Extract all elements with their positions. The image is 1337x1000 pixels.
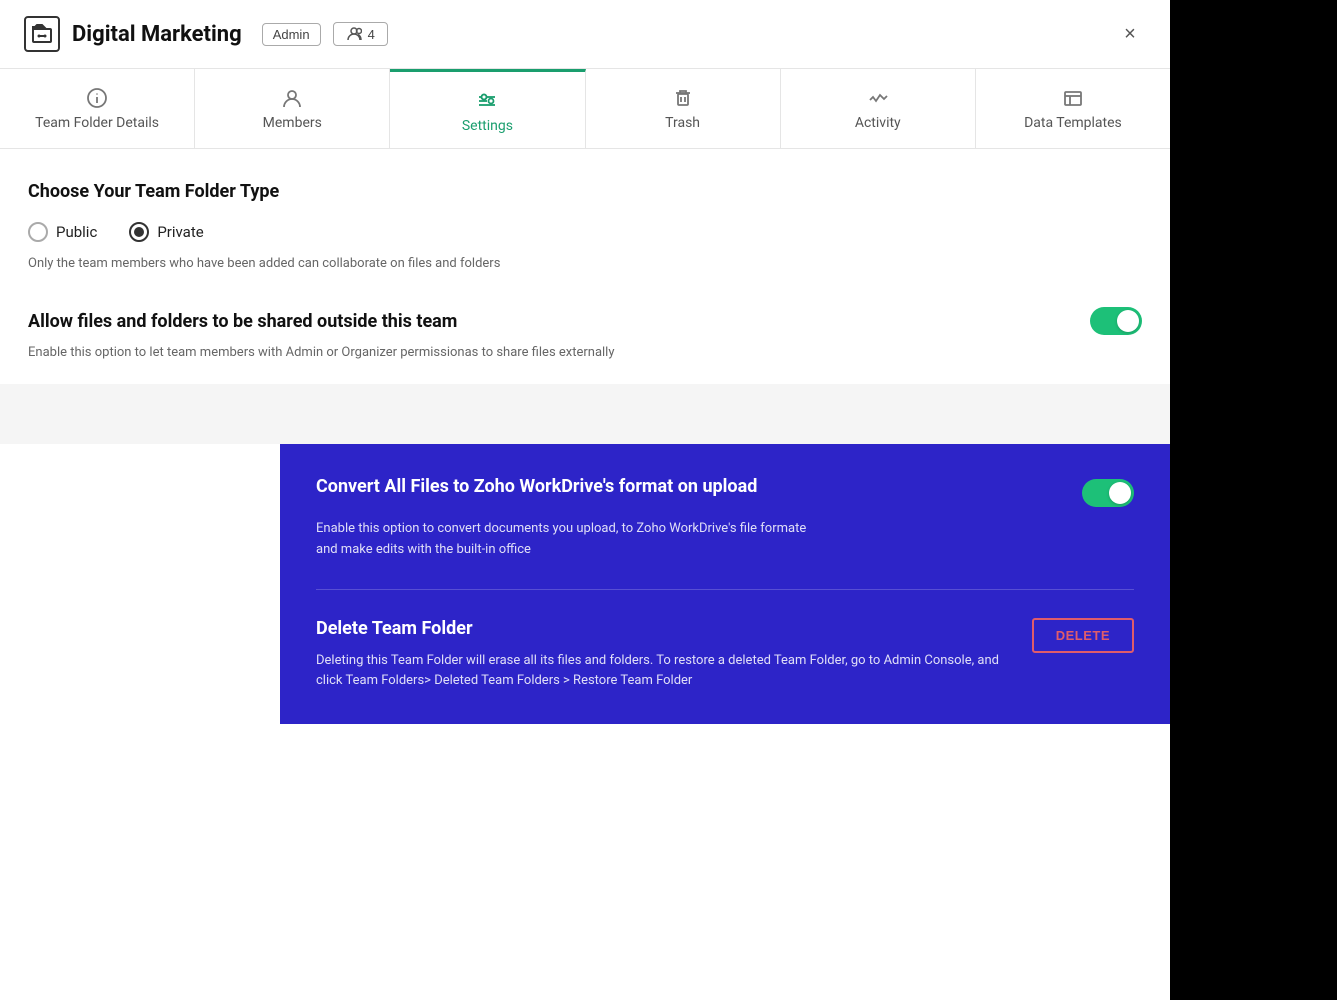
share-toggle[interactable] [1090,307,1142,335]
public-radio[interactable]: Public [28,222,97,242]
public-label: Public [56,223,97,241]
tab-label: Activity [855,115,901,131]
convert-row: Convert All Files to Zoho WorkDrive's fo… [316,476,1134,509]
delete-title: Delete Team Folder [316,618,1008,639]
workspace-title: Digital Marketing [72,22,242,47]
tab-team-folder-details[interactable]: Team Folder Details [0,69,195,148]
gray-separator [0,384,1170,444]
tab-trash[interactable]: Trash [586,69,781,148]
info-icon [86,87,108,109]
convert-title: Convert All Files to Zoho WorkDrive's fo… [316,476,757,497]
tab-activity[interactable]: Activity [781,69,976,148]
blue-section: Convert All Files to Zoho WorkDrive's fo… [280,444,1170,724]
public-radio-button[interactable] [28,222,48,242]
templates-icon [1062,87,1084,109]
delete-desc: Deleting this Team Folder will erase all… [316,651,1008,693]
private-label: Private [157,223,203,241]
admin-badge[interactable]: Admin [262,23,321,46]
activity-icon [867,87,889,109]
convert-desc-line1: Enable this option to convert documents … [316,521,806,536]
members-count: 4 [368,27,375,42]
tabs-container: Team Folder Details Members [0,69,1170,149]
trash-icon [672,87,694,109]
share-title: Allow files and folders to be shared out… [28,311,457,332]
folder-icon [24,16,60,52]
folder-type-title: Choose Your Team Folder Type [28,181,1142,202]
blue-toggle-knob [1109,482,1131,504]
tab-data-templates[interactable]: Data Templates [976,69,1170,148]
tab-label: Members [263,115,322,131]
members-badge[interactable]: 4 [333,22,388,46]
modal-header: Digital Marketing Admin 4 × [0,0,1170,69]
tab-label: Trash [665,115,700,131]
private-radio[interactable]: Private [129,222,203,242]
settings-content: Choose Your Team Folder Type Public Priv… [0,149,1170,384]
private-radio-button[interactable] [129,222,149,242]
close-button[interactable]: × [1114,18,1146,50]
convert-desc-line2: and make edits with the built-in office [316,542,531,557]
toggle-knob [1117,310,1139,332]
radio-inner-dot [134,227,144,237]
delete-button[interactable]: DELETE [1032,618,1134,653]
convert-desc: Enable this option to convert documents … [316,519,1096,561]
tab-members[interactable]: Members [195,69,390,148]
convert-toggle[interactable] [1082,479,1134,507]
blue-divider [316,589,1134,590]
delete-row: Delete Team Folder Deleting this Team Fo… [316,618,1134,693]
tab-label: Settings [462,118,513,134]
share-hint: Enable this option to let team members w… [28,345,1142,360]
tab-label: Data Templates [1024,115,1122,131]
share-setting-row: Allow files and folders to be shared out… [28,307,1142,335]
folder-type-radio-group: Public Private [28,222,1142,242]
tab-label: Team Folder Details [35,115,159,131]
delete-text-block: Delete Team Folder Deleting this Team Fo… [316,618,1008,693]
person-icon [281,87,303,109]
settings-icon [476,90,498,112]
tab-settings[interactable]: Settings [390,69,585,148]
folder-type-hint: Only the team members who have been adde… [28,256,1142,271]
